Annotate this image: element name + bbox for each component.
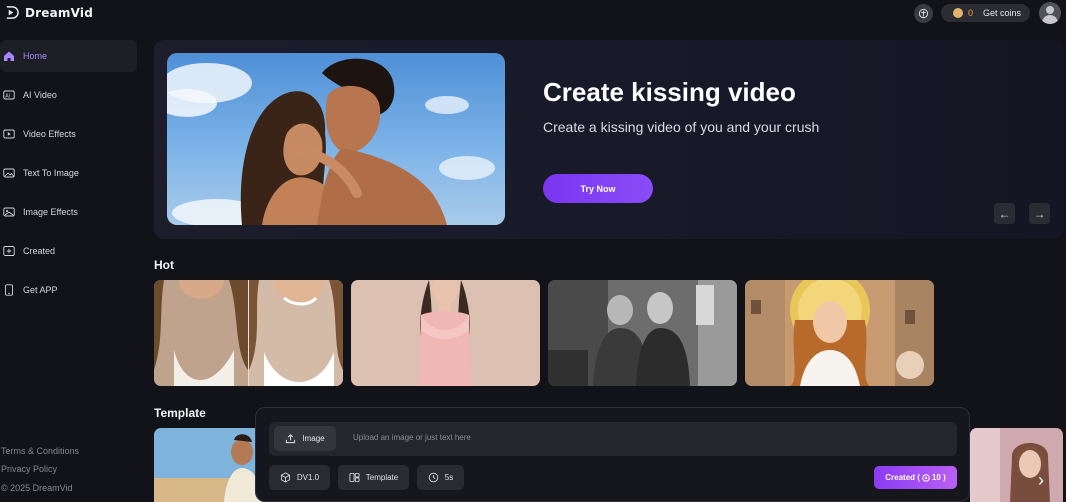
hero-banner: Create kissing video Create a kissing vi…: [154, 40, 1063, 239]
sidebar-item-image-effects[interactable]: Image Effects: [0, 196, 137, 228]
sidebar-item-label: AI Video: [23, 90, 57, 100]
sidebar-item-video-effects[interactable]: Video Effects: [0, 118, 137, 150]
home-icon: [3, 50, 15, 62]
create-cost: 10: [931, 473, 941, 482]
sidebar-item-created[interactable]: Created: [0, 235, 137, 267]
hero-subtitle: Create a kissing video of you and your c…: [543, 119, 820, 135]
sidebar: Home AI AI Video Video Effects Text To I…: [0, 28, 140, 502]
upload-icon: [286, 434, 296, 444]
hero-title: Create kissing video: [543, 77, 796, 107]
template-card-image: [154, 428, 264, 502]
chevron-right-icon: ›: [1038, 469, 1044, 490]
top-bar: DreamVid 0 Get coins: [0, 0, 1066, 28]
prompt-input[interactable]: Image Upload an image or just text here: [269, 422, 957, 456]
template-card[interactable]: [154, 428, 264, 502]
hot-card-image: [154, 280, 343, 386]
phone-icon: [3, 284, 15, 296]
model-selector[interactable]: DV1.0: [269, 465, 330, 490]
sidebar-item-get-app[interactable]: Get APP: [0, 274, 137, 306]
copyright-text: © 2025 DreamVid: [1, 483, 73, 493]
hero-kiss-illustration: [167, 58, 495, 225]
arrow-left-icon: ←: [998, 206, 1011, 221]
template-selector[interactable]: Template: [338, 465, 409, 490]
create-panel: Image Upload an image or just text here …: [255, 407, 970, 502]
get-coins-button[interactable]: 0 Get coins: [941, 4, 1030, 22]
sidebar-item-label: Video Effects: [23, 129, 76, 139]
hot-card[interactable]: [745, 280, 934, 386]
coin-count: 0: [968, 8, 974, 18]
hot-card[interactable]: [548, 280, 737, 386]
translate-icon: [918, 8, 929, 19]
sidebar-item-label: Image Effects: [23, 207, 78, 217]
hero-image[interactable]: [167, 53, 505, 225]
hot-card-image: [351, 280, 540, 386]
upload-image-button[interactable]: Image: [274, 426, 336, 451]
carousel-next-button[interactable]: →: [1029, 203, 1050, 224]
privacy-link[interactable]: Privacy Policy: [1, 464, 57, 474]
sidebar-item-label: Text To Image: [23, 168, 79, 178]
hot-card-image: [548, 280, 737, 386]
clock-icon: [428, 472, 438, 483]
hot-card-image: [745, 280, 934, 386]
text-to-image-icon: [3, 167, 15, 179]
svg-text:AI: AI: [5, 93, 10, 99]
video-effects-icon: [3, 128, 15, 140]
create-button[interactable]: Created ( 10 ): [874, 466, 957, 489]
coin-icon: [953, 8, 963, 18]
get-coins-label: Get coins: [983, 8, 1022, 18]
coin-icon: [922, 473, 930, 482]
app-root: DreamVid 0 Get coins Home AI AI Video Vi…: [0, 0, 1066, 502]
arrow-right-icon: →: [1033, 206, 1046, 221]
dreamvid-logo-icon: [6, 6, 19, 19]
hot-card[interactable]: [351, 280, 540, 386]
sidebar-item-label: Home: [23, 51, 48, 61]
language-button[interactable]: [914, 4, 933, 23]
template-icon: [349, 472, 360, 483]
template-label: Template: [365, 473, 399, 482]
model-label: DV1.0: [296, 473, 320, 482]
create-label: Created (: [885, 473, 920, 482]
cube-icon: [280, 472, 290, 483]
hot-section-title: Hot: [154, 258, 174, 272]
sidebar-item-ai-video[interactable]: AI AI Video: [0, 79, 137, 111]
terms-link[interactable]: Terms & Conditions: [1, 446, 79, 456]
user-avatar[interactable]: [1039, 2, 1061, 24]
created-icon: [3, 245, 15, 257]
app-name: DreamVid: [25, 5, 93, 20]
carousel-prev-button[interactable]: ←: [994, 203, 1015, 224]
logo[interactable]: DreamVid: [4, 5, 93, 20]
template-next-button[interactable]: ›: [1028, 465, 1054, 495]
ai-video-icon: AI: [3, 89, 15, 101]
upload-image-label: Image: [302, 434, 325, 443]
sidebar-item-text-to-image[interactable]: Text To Image: [0, 157, 137, 189]
template-section-title: Template: [154, 406, 206, 420]
image-effects-icon: [3, 206, 15, 218]
try-now-button[interactable]: Try Now: [543, 174, 653, 203]
prompt-placeholder: Upload an image or just text here: [353, 433, 471, 442]
duration-label: 5s: [444, 473, 454, 482]
hot-card[interactable]: [154, 280, 343, 386]
sidebar-item-label: Get APP: [23, 285, 58, 295]
sidebar-item-home[interactable]: Home: [0, 40, 137, 72]
sidebar-item-label: Created: [23, 246, 56, 256]
duration-selector[interactable]: 5s: [417, 465, 464, 490]
create-suffix: ): [940, 473, 946, 482]
